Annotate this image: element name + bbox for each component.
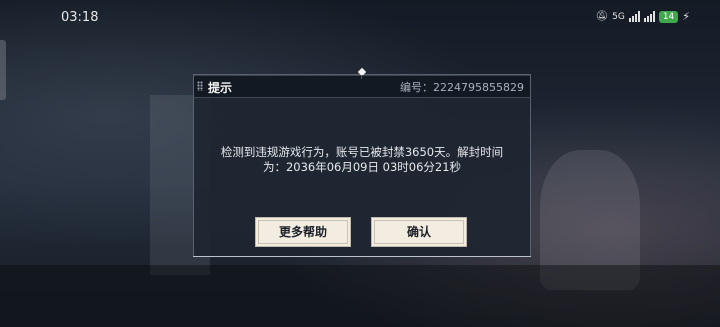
ban-message: 检测到违规游戏行为，账号已被封禁3650天。解封时间为：2036年06月09日 … [220, 145, 504, 174]
dialog-header: 提示 编号：2224795855829 [194, 75, 530, 98]
dialog-id-number: 编号：2224795855829 [400, 81, 524, 94]
drag-dots-icon [197, 81, 203, 91]
battery-icon: 14 [658, 10, 679, 23]
dialog-title: 提示 [208, 81, 233, 95]
status-icons: 🔕︎ 5G 14 ⚡︎ [595, 10, 690, 23]
ban-notice-dialog: 提示 编号：2224795855829 检测到违规游戏行为，账号已被封禁3650… [193, 67, 531, 257]
mute-icon: 🔕︎ [595, 11, 609, 22]
more-help-button[interactable]: 更多帮助 [255, 217, 351, 247]
network-label: 5G [612, 11, 625, 22]
dialog-bottom-border [193, 256, 531, 257]
signal-icon-2 [643, 11, 655, 22]
charging-icon: ⚡︎ [682, 10, 690, 23]
side-drawer-handle[interactable] [0, 40, 6, 100]
confirm-button[interactable]: 确认 [371, 217, 467, 247]
status-time: 03:18 [61, 10, 99, 25]
signal-icon [628, 11, 640, 22]
status-bar: 03:18 🔕︎ 5G 14 ⚡︎ [0, 0, 720, 34]
background-floor [0, 265, 720, 327]
